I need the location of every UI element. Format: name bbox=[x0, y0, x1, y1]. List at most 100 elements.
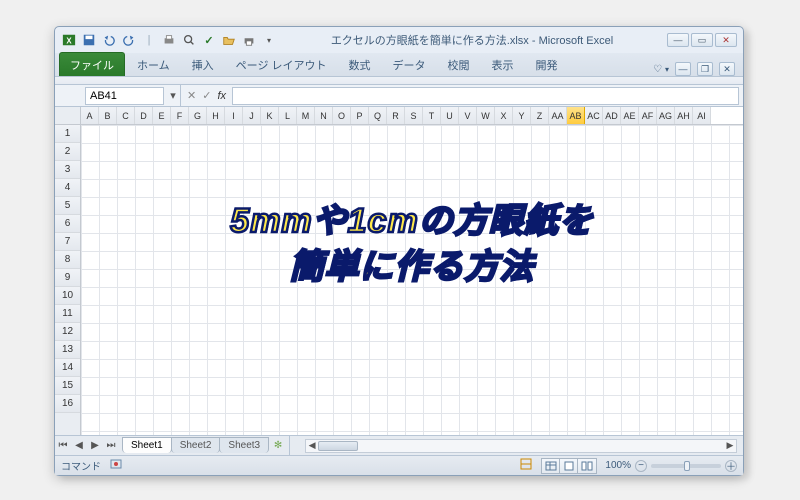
worksheet-grid[interactable]: 12345678910111213141516 ABCDEFGHIJKLMNOP… bbox=[55, 107, 743, 435]
cells-area[interactable]: 5mmや1cmの方眼紙を 簡単に作る方法 bbox=[81, 125, 743, 435]
col-header[interactable]: S bbox=[405, 107, 423, 124]
col-header[interactable]: AE bbox=[621, 107, 639, 124]
sheet-tab-Sheet2[interactable]: Sheet2 bbox=[171, 437, 221, 453]
save-icon[interactable] bbox=[81, 32, 97, 48]
scroll-right-icon[interactable]: ▶ bbox=[724, 440, 736, 452]
col-header[interactable]: X bbox=[495, 107, 513, 124]
col-header[interactable]: N bbox=[315, 107, 333, 124]
zoom-slider[interactable] bbox=[651, 464, 721, 468]
help-dropdown-icon[interactable]: ♡ ▾ bbox=[653, 64, 669, 75]
select-all-corner[interactable] bbox=[55, 107, 80, 125]
row-header[interactable]: 2 bbox=[55, 143, 80, 161]
quickprint-icon[interactable] bbox=[161, 32, 177, 48]
zoom-in-button[interactable]: ＋ bbox=[725, 460, 737, 472]
col-header[interactable]: A bbox=[81, 107, 99, 124]
formula-input[interactable] bbox=[232, 87, 739, 105]
zoom-out-button[interactable]: − bbox=[635, 460, 647, 472]
col-header[interactable]: AG bbox=[657, 107, 675, 124]
col-header[interactable]: B bbox=[99, 107, 117, 124]
spellcheck-icon[interactable]: ✓ bbox=[201, 32, 217, 48]
name-box-dropdown-icon[interactable]: ▾ bbox=[166, 89, 180, 102]
ribbon-minimize-icon[interactable]: — bbox=[675, 62, 691, 76]
col-header[interactable]: M bbox=[297, 107, 315, 124]
col-header[interactable]: Q bbox=[369, 107, 387, 124]
col-header[interactable]: V bbox=[459, 107, 477, 124]
scroll-left-icon[interactable]: ◀ bbox=[306, 440, 318, 452]
qat-dropdown-icon[interactable]: ▾ bbox=[261, 32, 277, 48]
tab-挿入[interactable]: 挿入 bbox=[182, 53, 224, 76]
print-icon[interactable] bbox=[241, 32, 257, 48]
col-header[interactable]: U bbox=[441, 107, 459, 124]
inner-close-button[interactable]: ✕ bbox=[719, 62, 735, 76]
row-header[interactable]: 7 bbox=[55, 233, 80, 251]
row-header[interactable]: 11 bbox=[55, 305, 80, 323]
col-header[interactable]: L bbox=[279, 107, 297, 124]
row-header[interactable]: 1 bbox=[55, 125, 80, 143]
zoom-level[interactable]: 100% bbox=[605, 460, 631, 471]
close-button[interactable]: ✕ bbox=[715, 33, 737, 47]
col-header[interactable]: AB bbox=[567, 107, 585, 124]
col-header[interactable]: E bbox=[153, 107, 171, 124]
col-header[interactable]: AA bbox=[549, 107, 567, 124]
col-header[interactable]: Y bbox=[513, 107, 531, 124]
new-sheet-icon[interactable]: ✻ bbox=[269, 440, 287, 451]
page-break-view-button[interactable] bbox=[578, 459, 596, 473]
col-header[interactable]: J bbox=[243, 107, 261, 124]
row-header[interactable]: 4 bbox=[55, 179, 80, 197]
sheet-nav-1[interactable]: ◀ bbox=[71, 440, 87, 451]
excel-icon[interactable]: X bbox=[61, 32, 77, 48]
horizontal-scrollbar[interactable]: ◀ ▶ bbox=[305, 439, 737, 453]
row-header[interactable]: 10 bbox=[55, 287, 80, 305]
col-header[interactable]: R bbox=[387, 107, 405, 124]
sheet-nav-2[interactable]: ▶ bbox=[87, 440, 103, 451]
fx-icon[interactable]: fx bbox=[217, 90, 226, 102]
scroll-thumb[interactable] bbox=[318, 441, 358, 451]
open-icon[interactable] bbox=[221, 32, 237, 48]
normal-view-button[interactable] bbox=[542, 459, 560, 473]
maximize-button[interactable]: ▭ bbox=[691, 33, 713, 47]
col-header[interactable]: G bbox=[189, 107, 207, 124]
sheet-nav-3[interactable]: ⏭ bbox=[103, 440, 119, 451]
sheet-nav-0[interactable]: ⏮ bbox=[55, 440, 71, 451]
preview-icon[interactable] bbox=[181, 32, 197, 48]
minimize-button[interactable]: — bbox=[667, 33, 689, 47]
col-header[interactable]: K bbox=[261, 107, 279, 124]
name-box[interactable]: AB41 bbox=[85, 87, 164, 105]
col-header[interactable]: T bbox=[423, 107, 441, 124]
col-header[interactable]: Z bbox=[531, 107, 549, 124]
col-header[interactable]: I bbox=[225, 107, 243, 124]
row-header[interactable]: 5 bbox=[55, 197, 80, 215]
tab-数式[interactable]: 数式 bbox=[339, 53, 381, 76]
macro-record-icon[interactable] bbox=[109, 457, 123, 474]
tab-校閲[interactable]: 校閲 bbox=[438, 53, 480, 76]
sheet-tab-Sheet3[interactable]: Sheet3 bbox=[219, 437, 269, 453]
tab-ページ レイアウト[interactable]: ページ レイアウト bbox=[226, 53, 337, 76]
tab-開発[interactable]: 開発 bbox=[526, 53, 568, 76]
col-header[interactable]: C bbox=[117, 107, 135, 124]
row-header[interactable]: 16 bbox=[55, 395, 80, 413]
row-header[interactable]: 14 bbox=[55, 359, 80, 377]
page-layout-view-button[interactable] bbox=[560, 459, 578, 473]
row-header[interactable]: 9 bbox=[55, 269, 80, 287]
col-header[interactable]: O bbox=[333, 107, 351, 124]
inner-restore-button[interactable]: ❐ bbox=[697, 62, 713, 76]
sheet-tab-Sheet1[interactable]: Sheet1 bbox=[122, 437, 172, 453]
row-header[interactable]: 6 bbox=[55, 215, 80, 233]
tab-データ[interactable]: データ bbox=[383, 53, 436, 76]
tab-表示[interactable]: 表示 bbox=[482, 53, 524, 76]
tab-ホーム[interactable]: ホーム bbox=[127, 53, 180, 76]
col-header[interactable]: W bbox=[477, 107, 495, 124]
col-header[interactable]: AI bbox=[693, 107, 711, 124]
col-header[interactable]: AC bbox=[585, 107, 603, 124]
file-tab[interactable]: ファイル bbox=[59, 52, 125, 76]
col-header[interactable]: P bbox=[351, 107, 369, 124]
row-header[interactable]: 12 bbox=[55, 323, 80, 341]
col-header[interactable]: H bbox=[207, 107, 225, 124]
row-header[interactable]: 8 bbox=[55, 251, 80, 269]
col-header[interactable]: AD bbox=[603, 107, 621, 124]
col-header[interactable]: AH bbox=[675, 107, 693, 124]
col-header[interactable]: AF bbox=[639, 107, 657, 124]
redo-icon[interactable] bbox=[121, 32, 137, 48]
zoom-slider-thumb[interactable] bbox=[684, 461, 690, 471]
row-header[interactable]: 3 bbox=[55, 161, 80, 179]
